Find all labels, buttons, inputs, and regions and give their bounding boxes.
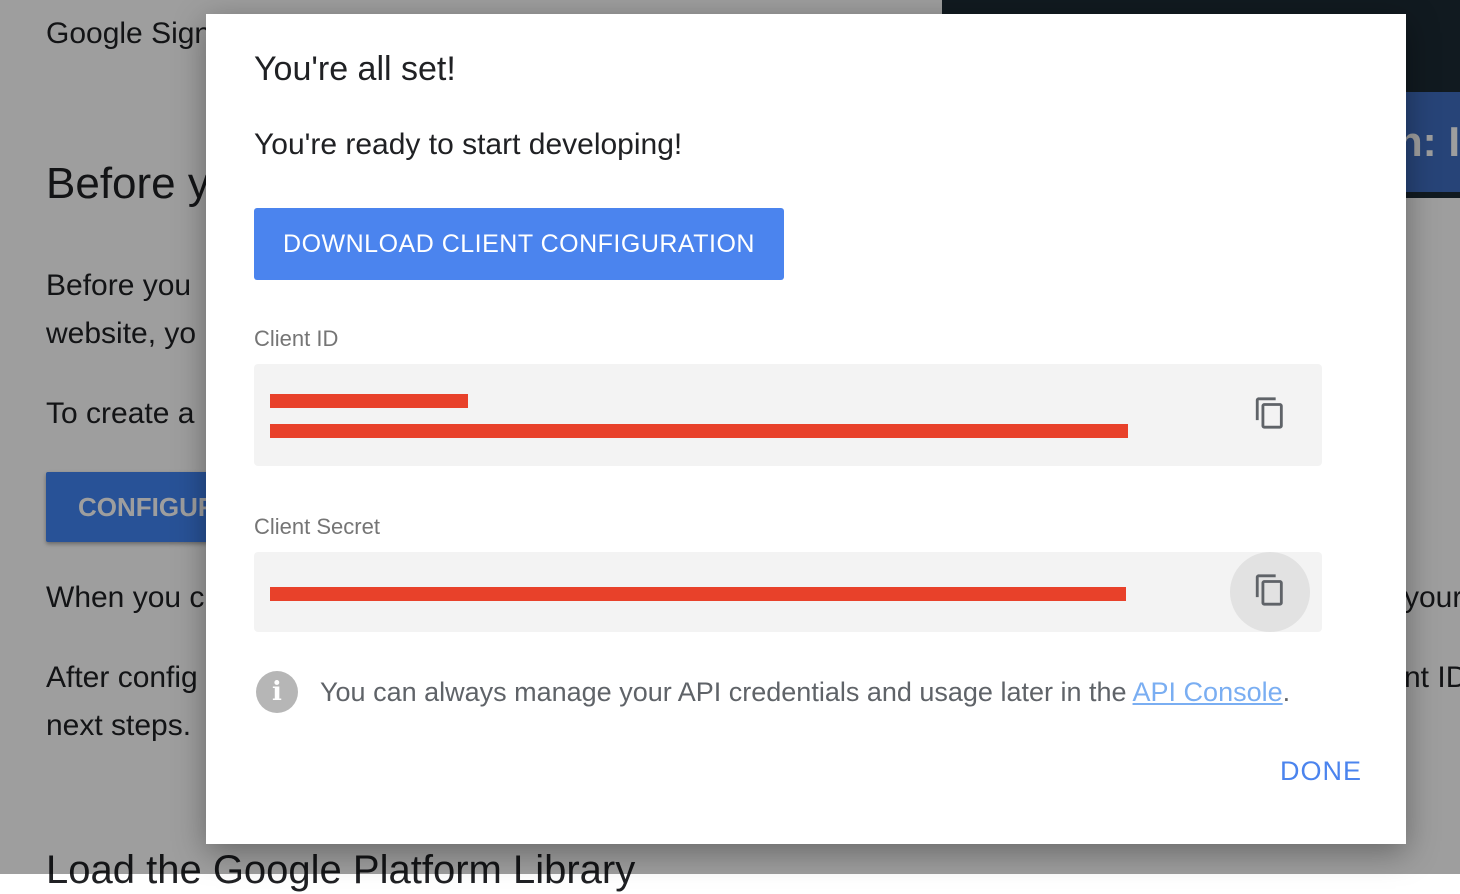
info-text: You can always manage your API credentia… xyxy=(320,677,1290,708)
credentials-dialog: You're all set! You're ready to start de… xyxy=(206,14,1406,844)
done-button[interactable]: DONE xyxy=(1280,756,1362,787)
dialog-subtitle: You're ready to start developing! xyxy=(254,128,683,161)
copy-icon xyxy=(1253,571,1287,614)
copy-client-id-button[interactable] xyxy=(1230,375,1310,455)
client-secret-label: Client Secret xyxy=(254,514,380,539)
info-suffix: . xyxy=(1282,676,1291,707)
info-icon: i xyxy=(256,671,298,713)
redaction-bar xyxy=(270,424,1128,438)
dialog-title: You're all set! xyxy=(254,50,456,88)
info-row: i You can always manage your API credent… xyxy=(256,670,1290,714)
info-message: You can always manage your API credentia… xyxy=(320,676,1133,707)
client-id-field[interactable]: -------------- -------------------------… xyxy=(254,364,1322,466)
api-console-link[interactable]: API Console xyxy=(1133,677,1283,707)
client-id-label: Client ID xyxy=(254,326,339,351)
redaction-bar xyxy=(270,587,1126,601)
download-client-configuration-button[interactable]: DOWNLOAD CLIENT CONFIGURATION xyxy=(254,208,784,280)
copy-client-secret-button[interactable] xyxy=(1230,552,1310,632)
copy-icon xyxy=(1253,394,1287,437)
client-secret-field[interactable]: ------------------------------ xyxy=(254,552,1322,632)
redaction-bar xyxy=(270,394,468,408)
